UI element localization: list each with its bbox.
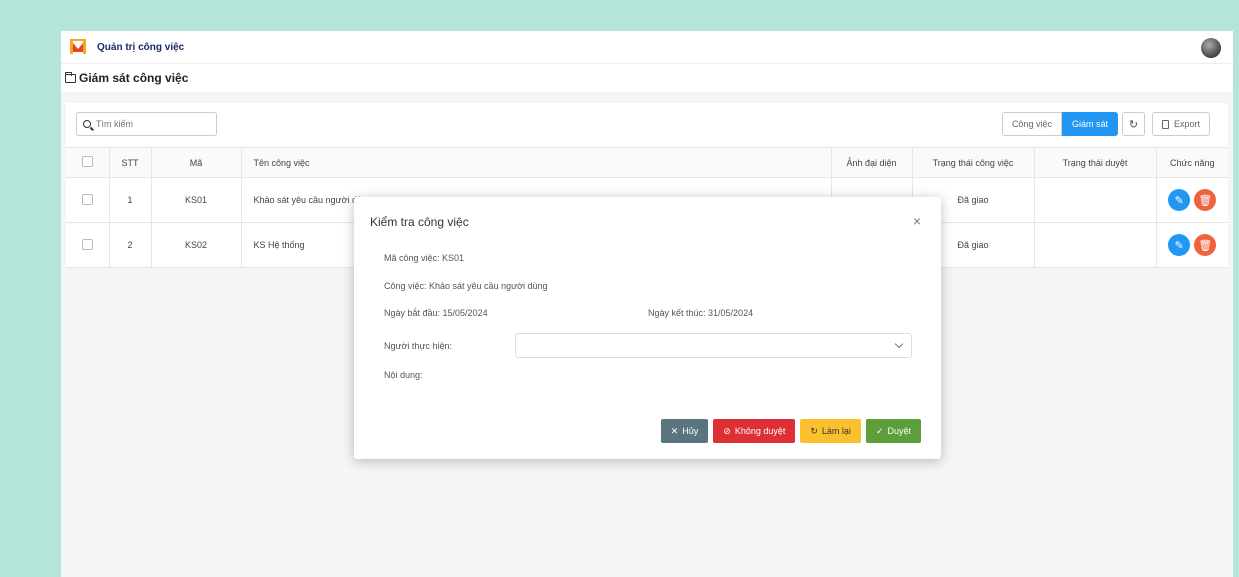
page-title: Giám sát công việc	[79, 71, 189, 85]
modal-actions: ✕ Hủy ⊘ Không duyệt ↻ Làm lại ✓ Duyệt	[660, 419, 921, 443]
content-label: Nội dung:	[384, 370, 423, 380]
search-box[interactable]	[76, 112, 217, 136]
review-modal: Kiểm tra công việc × Mã công việc: KS01 …	[354, 197, 941, 459]
cell-ma: KS02	[151, 222, 242, 268]
task-code-line: Mã công việc: KS01	[384, 253, 465, 263]
toolbar-actions: Công việc Giám sát ↻ Export	[1001, 112, 1210, 136]
undo-icon: ↻	[810, 425, 818, 436]
cancel-button[interactable]: ✕ Hủy	[660, 419, 709, 443]
search-icon	[83, 120, 91, 128]
export-label: Export	[1173, 119, 1200, 129]
edit-button[interactable]: ✎	[1168, 234, 1191, 256]
reset-button[interactable]: ↻ Làm lại	[800, 419, 861, 443]
delete-button[interactable]: 🗑	[1194, 189, 1217, 211]
start-date-line: Ngày bắt đầu: 15/05/2024	[384, 308, 488, 318]
refresh-button[interactable]: ↻	[1121, 112, 1145, 136]
tab-congviec-button[interactable]: Công việc	[1001, 112, 1062, 136]
header-ma: Mã	[151, 147, 242, 178]
user-avatar[interactable]	[1201, 38, 1221, 58]
select-all-cell[interactable]	[66, 147, 110, 178]
row-checkbox[interactable]	[81, 238, 93, 250]
reject-label: Không duyệt	[734, 426, 786, 436]
modal-title: Kiểm tra công việc	[370, 215, 469, 229]
pencil-icon: ✎	[1174, 239, 1184, 252]
delete-button[interactable]: 🗑	[1194, 234, 1217, 256]
edit-button[interactable]: ✎	[1168, 189, 1191, 211]
cell-duyet	[1034, 177, 1157, 223]
table-header-row: STT Mã Tên công việc Ảnh đại diện Trạng …	[66, 147, 1228, 178]
header-chucnang: Chức năng	[1156, 147, 1228, 178]
cell-duyet	[1034, 222, 1157, 268]
header-anh: Ảnh đại diện	[831, 147, 913, 178]
end-date-line: Ngày kết thúc: 31/05/2024	[648, 308, 754, 318]
pencil-icon: ✎	[1174, 194, 1184, 207]
search-input[interactable]	[96, 119, 206, 129]
reject-button[interactable]: ⊘ Không duyệt	[713, 419, 796, 443]
cancel-label: Hủy	[682, 426, 699, 436]
file-icon	[1161, 119, 1169, 129]
export-button[interactable]: Export	[1151, 112, 1210, 136]
approve-label: Duyệt	[887, 426, 911, 436]
view-toggle: Công việc Giám sát	[1001, 112, 1118, 136]
breadcrumb: Giám sát công việc	[61, 64, 1233, 92]
ban-icon: ⊘	[723, 425, 731, 436]
app-logo-icon	[69, 38, 87, 56]
reset-label: Làm lại	[821, 426, 851, 436]
header-trangthai: Trạng thái công việc	[912, 147, 1035, 178]
check-icon: ✓	[875, 425, 884, 436]
chevron-down-icon	[894, 339, 904, 349]
trash-icon: 🗑	[1198, 239, 1213, 252]
close-icon[interactable]: ×	[913, 213, 921, 229]
app-title[interactable]: Quản trị công việc	[97, 42, 184, 53]
row-checkbox-cell[interactable]	[66, 222, 110, 268]
tab-giamsat-button[interactable]: Giám sát	[1061, 112, 1118, 136]
assignee-select[interactable]	[515, 333, 912, 358]
header-duyet: Trạng thái duyệt	[1034, 147, 1157, 178]
task-name-line: Công việc: Khảo sát yêu cầu người dùng	[384, 281, 548, 291]
cell-actions: ✎ 🗑	[1156, 177, 1228, 223]
cell-ma: KS01	[151, 177, 242, 223]
assignee-label: Người thực hiện:	[384, 341, 452, 351]
cell-stt: 2	[109, 222, 152, 268]
folder-icon	[65, 71, 76, 83]
row-checkbox[interactable]	[81, 193, 93, 205]
toolbar: Công việc Giám sát ↻ Export	[66, 103, 1228, 147]
header-ten: Tên công việc	[241, 147, 832, 178]
close-icon: ✕	[670, 425, 679, 436]
cell-stt: 1	[109, 177, 152, 223]
approve-button[interactable]: ✓ Duyệt	[865, 419, 921, 443]
top-bar: Quản trị công việc	[61, 31, 1233, 64]
cell-actions: ✎ 🗑	[1156, 222, 1228, 268]
trash-icon: 🗑	[1198, 194, 1213, 207]
row-checkbox-cell[interactable]	[66, 177, 110, 223]
select-all-checkbox[interactable]	[81, 156, 93, 167]
header-stt: STT	[109, 147, 152, 178]
refresh-icon: ↻	[1128, 118, 1139, 131]
